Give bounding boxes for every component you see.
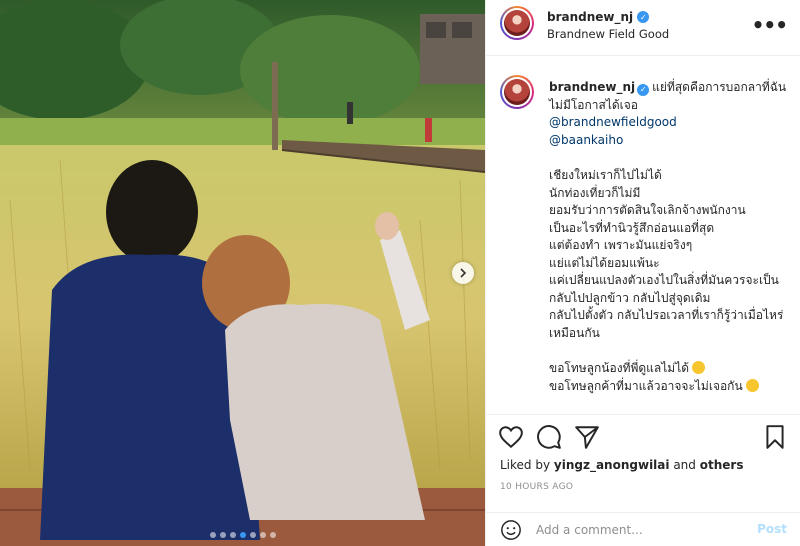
author-username[interactable]: brandnew_nj [547,10,633,24]
comment-input[interactable] [536,521,736,539]
author-username-row: brandnew_nj ✓ [547,10,650,24]
caption-line: กลับไปตั้งตัว กลับไปรอเวลาที่เราก็รู้ว่า… [549,308,784,340]
likes-others-link[interactable]: others [700,458,744,472]
caption-line: เป็นอะไรที่ทำนิวรู้สึกอ่อนแอที่สุด [549,220,715,235]
caption-line: แต่ต้องทำ เพราะมันแย่จริงๆ [549,238,693,252]
comment-bar: Post [486,512,800,546]
caption-line: แค่เปลี่ยนแปลงตัวเองไปในสิ่งที่มันควรจะเ… [549,273,779,287]
post-side-panel: brandnew_nj ✓ Brandnew Field Good ••• br… [485,0,800,546]
carousel-dot [209,532,216,538]
post-location[interactable]: Brandnew Field Good [547,27,669,41]
caption-line: กลับไปปลูกข้าว กลับไปสู่จุดเดิม [549,290,711,305]
share-send-icon[interactable] [574,424,600,450]
next-slide-button[interactable] [452,262,474,284]
caption-avatar[interactable] [500,75,534,109]
instagram-post: brandnew_nj ✓ Brandnew Field Good ••• br… [0,0,800,546]
carousel-dot [249,532,256,538]
save-bookmark-icon[interactable] [762,424,788,450]
verified-badge-icon: ✓ [637,11,650,23]
frustrated-emoji-icon [745,378,759,392]
caption-closing-line: ขอโทษลูกน้องที่พี่ดูแลไม่ได้ [549,360,789,378]
caption-text: brandnew_nj ✓ แย่ที่สุดคือการบอกลาที่ฉันไม… [549,79,789,395]
caption-line: แย่แต่ไม่ได้ยอมแพ้นะ [549,255,660,270]
carousel-dot [269,532,276,538]
mention-link[interactable]: @brandnewfieldgood [549,114,789,132]
caption-line: นักท่องเที่ยวก็ไม่มี [549,185,641,200]
caption-line: ยอมรับว่าการตัดสินใจเลิกจ้างพนักงาน [549,203,746,217]
smile-emoji-icon [692,361,706,374]
chevron-right-icon [460,268,467,278]
carousel-dot [259,532,266,538]
carousel-dot [239,532,246,538]
carousel-dot [219,532,226,538]
photo-scene [0,0,485,546]
comment-icon[interactable] [536,424,562,450]
carousel-dot [229,532,236,538]
verified-badge-icon: ✓ [637,83,650,96]
carousel-indicator [0,532,485,538]
more-options-icon[interactable]: ••• [752,13,788,37]
caption-username[interactable]: brandnew_nj [549,80,635,94]
likes-summary: Liked by yingz_anongwilai and others [500,458,744,472]
caption-closing-line: ขอโทษลูกค้าที่มาแล้วอาจจะไม่เจอกัน [549,378,789,396]
mention-link[interactable]: @baankaiho [549,132,789,150]
post-comment-button[interactable]: Post [757,522,787,536]
emoji-picker-icon[interactable] [500,519,522,541]
author-avatar[interactable] [500,6,534,40]
post-photo[interactable] [0,0,485,546]
post-header: brandnew_nj ✓ Brandnew Field Good ••• [486,0,800,56]
post-timestamp[interactable]: 10 HOURS AGO [500,482,573,492]
like-heart-icon[interactable] [498,424,524,450]
action-bar [486,418,800,454]
caption-area: brandnew_nj ✓ แย่ที่สุดคือการบอกลาที่ฉันไม… [486,57,800,415]
liker-username[interactable]: yingz_anongwilai [554,458,670,472]
caption-line: เชียงใหม่เราก็ไปไม่ได้ [549,168,662,182]
